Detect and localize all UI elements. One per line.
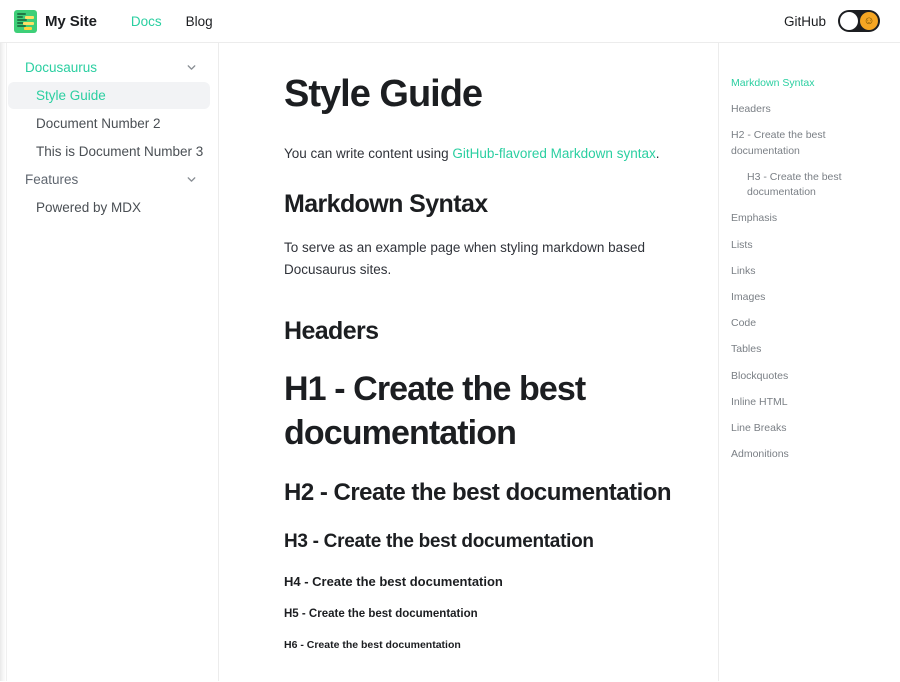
intro-paragraph: You can write content using GitHub-flavo…: [284, 143, 672, 165]
sidebar-category-docusaurus[interactable]: Docusaurus: [8, 54, 210, 81]
heading-h2-demo: H2 - Create the best documentation: [284, 478, 672, 506]
sidebar-category-features[interactable]: Features: [8, 166, 210, 193]
toggle-thumb: [840, 12, 858, 30]
brand-title: My Site: [45, 12, 97, 30]
nav-link-docs[interactable]: Docs: [119, 14, 174, 29]
nav-link-blog[interactable]: Blog: [174, 14, 225, 29]
sidebar-item-document-number-3[interactable]: This is Document Number 3: [8, 138, 210, 165]
heading-h6-demo: H6 - Create the best documentation: [284, 639, 461, 652]
heading-markdown-syntax: Markdown Syntax: [284, 189, 488, 218]
toc-item-markdown-syntax[interactable]: Markdown Syntax: [731, 76, 886, 91]
heading-headers: Headers: [284, 317, 379, 346]
markdown-syntax-paragraph: To serve as an example page when styling…: [284, 239, 645, 278]
page-title: Style Guide: [284, 73, 483, 115]
toc-item-h2-create-the-best-documentation[interactable]: H2 - Create the best documentation: [731, 128, 886, 158]
intro-text-after: .: [655, 145, 660, 161]
toc-item-tables[interactable]: Tables: [731, 342, 886, 357]
table-of-contents: Markdown Syntax Headers H2 - Create the …: [718, 43, 900, 681]
navbar-right: GitHub ☺: [784, 10, 880, 32]
docs-logo-icon: [14, 9, 37, 33]
heading-h1-demo: H1 - Create the best documentation: [284, 370, 586, 452]
sidebar-scrollbar[interactable]: [0, 43, 7, 681]
nav-link-github[interactable]: GitHub: [784, 14, 826, 29]
heading-h5-demo: H5 - Create the best documentation: [284, 608, 478, 621]
toc-item-inline-html[interactable]: Inline HTML: [731, 395, 886, 410]
toc-item-line-breaks[interactable]: Line Breaks: [731, 421, 886, 436]
toc-item-links[interactable]: Links: [731, 264, 886, 279]
chevron-down-icon: [187, 65, 196, 70]
sidebar-item-powered-by-mdx[interactable]: Powered by MDX: [8, 194, 210, 221]
sidebar-item-style-guide[interactable]: Style Guide: [8, 82, 210, 109]
sidebar-item-document-number-2[interactable]: Document Number 2: [8, 110, 210, 137]
toc-item-headers[interactable]: Headers: [731, 102, 886, 117]
toc-item-blockquotes[interactable]: Blockquotes: [731, 369, 886, 384]
sun-glyph: ☺: [863, 14, 875, 27]
toc-item-admonitions[interactable]: Admonitions: [731, 447, 886, 462]
intro-text-before: You can write content using: [284, 145, 453, 161]
dark-mode-toggle[interactable]: ☺: [838, 10, 880, 32]
sun-icon: ☺: [860, 12, 878, 30]
markdown-syntax-link[interactable]: GitHub-flavored Markdown syntax: [452, 146, 655, 161]
heading-h3-demo: H3 - Create the best documentation: [284, 530, 594, 552]
navbar-left: My Site Docs Blog: [14, 9, 225, 33]
heading-h4-demo: H4 - Create the best documentation: [284, 574, 503, 590]
brand-home-link[interactable]: My Site: [14, 9, 97, 33]
toc-item-code[interactable]: Code: [731, 316, 886, 331]
toc-item-images[interactable]: Images: [731, 290, 886, 305]
main-content: Style Guide You can write content using …: [219, 43, 718, 681]
toc-item-h3-create-the-best-documentation[interactable]: H3 - Create the best documentation: [731, 170, 886, 200]
toc-item-emphasis[interactable]: Emphasis: [731, 211, 886, 226]
sidebar-category-label: Features: [25, 172, 79, 187]
chevron-down-icon: [187, 177, 196, 182]
sidebar-category-label: Docusaurus: [25, 60, 98, 75]
sidebar: Docusaurus Style Guide Document Number 2…: [0, 43, 219, 681]
doc-article: Style Guide You can write content using …: [284, 73, 672, 651]
toc-item-lists[interactable]: Lists: [731, 238, 886, 253]
navbar: My Site Docs Blog GitHub ☺: [0, 0, 900, 43]
page-body: Docusaurus Style Guide Document Number 2…: [0, 43, 900, 681]
